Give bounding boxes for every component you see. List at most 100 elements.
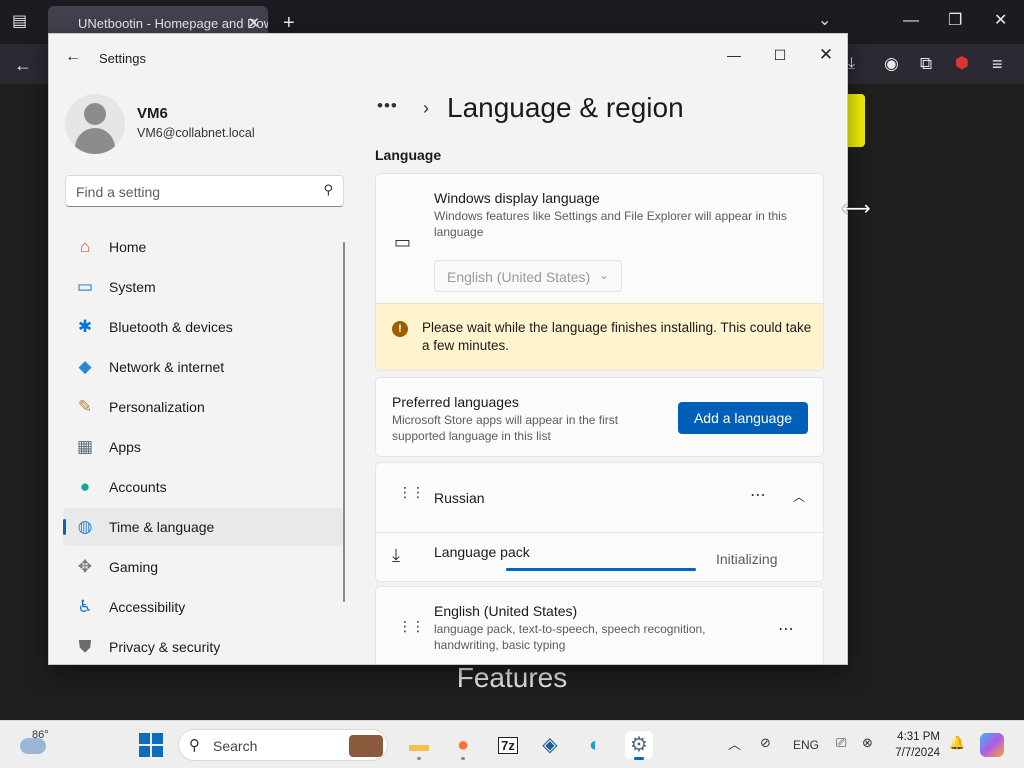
more-options-icon[interactable]: ⋯ bbox=[778, 619, 795, 639]
browser-minimize-icon[interactable]: — bbox=[903, 13, 919, 29]
maximize-button[interactable]: ☐ bbox=[757, 40, 803, 70]
brush-icon: ✎ bbox=[77, 397, 93, 416]
sidebar-item-label: Network & internet bbox=[109, 359, 225, 375]
firefox-icon[interactable]: ● bbox=[449, 731, 477, 760]
title-bar[interactable]: ← Settings — ☐ ✕ bbox=[49, 34, 847, 82]
back-arrow-icon[interactable]: ← bbox=[65, 48, 81, 66]
close-button[interactable]: ✕ bbox=[803, 40, 847, 70]
apps-icon: ▦ bbox=[76, 437, 94, 456]
sidebar-item-gaming[interactable]: ✥ Gaming bbox=[63, 548, 345, 586]
taskbar-search[interactable]: ⚲ Search bbox=[178, 729, 388, 761]
sidebar-item-personalization[interactable]: ✎ Personalization bbox=[63, 388, 345, 426]
tab-list-icon[interactable]: ▤ bbox=[12, 14, 27, 30]
preferred-languages-description: Microsoft Store apps will appear in the … bbox=[392, 413, 619, 443]
browser-close-icon[interactable]: ✕ bbox=[994, 13, 1007, 29]
extensions-icon[interactable]: ⧉ bbox=[920, 55, 932, 72]
menu-icon[interactable]: ≡ bbox=[992, 55, 1003, 73]
language-item-russian[interactable]: ⋮⋮ Russian ⋯ ︿ ⤓ Language pack Initializ… bbox=[375, 462, 824, 582]
clock-date: 7/7/2024 bbox=[895, 747, 940, 759]
settings-icon[interactable]: ⚙ bbox=[625, 731, 653, 760]
preferred-languages-title: Preferred languages bbox=[392, 394, 519, 410]
user-profile[interactable]: VM6 VM6@collabnet.local bbox=[65, 94, 355, 164]
chevron-down-icon: ⌄ bbox=[598, 268, 609, 282]
account-icon[interactable]: ◉ bbox=[884, 55, 899, 72]
taskbar: 86° ⚲ Search ▬ ● 7z ◈ ◐ ⚙ ︿ ⊘ ENG ⎚ ⊗ 4:31 PM… bbox=[0, 720, 1024, 768]
sidebar-item-time-language[interactable]: ◍ Time & language bbox=[63, 508, 345, 546]
sidebar-item-label: Gaming bbox=[109, 559, 159, 575]
start-button[interactable] bbox=[139, 733, 163, 757]
laptop-icon: ▭ bbox=[394, 232, 412, 252]
sidebar-item-apps[interactable]: ▦ Apps bbox=[63, 428, 345, 466]
sidebar-item-label: Accessibility bbox=[109, 599, 186, 615]
sidebar-item-home[interactable]: ⌂ Home bbox=[63, 228, 345, 266]
sidebar-item-accounts[interactable]: ● Accounts bbox=[63, 468, 345, 506]
globe-clock-icon: ◍ bbox=[77, 517, 93, 536]
language-item-english[interactable]: ⋮⋮ English (United States) language pack… bbox=[375, 586, 824, 664]
file-explorer-icon[interactable]: ▬ bbox=[405, 731, 433, 760]
display-icon[interactable]: ⎚ bbox=[836, 735, 846, 751]
chevron-up-icon[interactable]: ︿ bbox=[728, 734, 741, 753]
display-language-select[interactable]: English (United States) ⌄ bbox=[434, 260, 622, 292]
avatar bbox=[65, 94, 125, 154]
open-app-indicator bbox=[417, 757, 421, 760]
copilot-icon[interactable] bbox=[980, 733, 1004, 757]
language-pack-label: Language pack bbox=[434, 544, 530, 560]
virtualbox-icon[interactable]: ◈ bbox=[536, 731, 564, 759]
input-language[interactable]: ENG bbox=[793, 738, 819, 752]
resize-cursor-icon: ⟷ bbox=[842, 198, 871, 220]
sidebar-item-label: System bbox=[109, 279, 156, 295]
page-title: Language & region bbox=[447, 92, 684, 123]
new-tab-button[interactable]: + bbox=[283, 13, 295, 33]
more-options-icon[interactable]: ⋯ bbox=[750, 485, 767, 505]
open-app-indicator bbox=[461, 757, 465, 760]
display-language-value: English (United States) bbox=[447, 269, 591, 285]
sidebar-scrollbar[interactable] bbox=[343, 242, 345, 602]
sidebar-item-system[interactable]: ▭ System bbox=[63, 268, 345, 306]
language-pack-status: Initializing bbox=[716, 551, 778, 567]
display-language-title: Windows display language bbox=[434, 190, 600, 206]
chevron-right-icon: › bbox=[423, 98, 429, 118]
display-language-description: Windows features like Settings and File … bbox=[434, 209, 787, 239]
add-language-button[interactable]: Add a language bbox=[678, 402, 808, 434]
page-heading-features: Features bbox=[456, 662, 568, 693]
download-icon: ⤓ bbox=[392, 545, 400, 565]
drag-handle-icon[interactable]: ⋮⋮ bbox=[398, 619, 425, 633]
sidebar-item-bluetooth-devices[interactable]: ✱ Bluetooth & devices bbox=[63, 308, 345, 346]
warning-text: Please wait while the language finishes … bbox=[422, 320, 812, 353]
clock[interactable]: 4:31 PM 7/7/2024 bbox=[890, 729, 940, 761]
sidebar-item-label: Apps bbox=[109, 439, 141, 455]
find-setting-input[interactable]: Find a setting ⚲ bbox=[65, 175, 344, 207]
chevron-down-icon[interactable]: ⌄ bbox=[818, 13, 831, 29]
edge-icon[interactable]: ◐ bbox=[581, 731, 609, 759]
chevron-up-icon[interactable]: ︿ bbox=[793, 488, 805, 505]
back-arrow-icon[interactable]: ← bbox=[14, 56, 32, 74]
drag-handle-icon[interactable]: ⋮⋮ bbox=[398, 485, 425, 499]
language-name: English (United States) bbox=[434, 603, 578, 619]
notification-bell-icon[interactable]: 🔔 bbox=[949, 735, 965, 751]
language-pack-progress bbox=[506, 568, 696, 571]
search-highlight-image bbox=[349, 735, 383, 757]
sidebar-item-network-internet[interactable]: ◆ Network & internet bbox=[63, 348, 345, 386]
tab-close-icon[interactable]: ✕ bbox=[247, 14, 260, 32]
search-icon: ⚲ bbox=[189, 737, 200, 754]
progress-fill bbox=[506, 568, 696, 571]
sidebar-item-accessibility[interactable]: ♿ Accessibility bbox=[63, 588, 345, 626]
ublock-icon[interactable]: ⬢ bbox=[955, 56, 969, 72]
install-warning-bar: ! Please wait while the language finishe… bbox=[376, 303, 823, 370]
breadcrumb-more-button[interactable]: ••• bbox=[377, 96, 398, 116]
network-icon[interactable]: ⊘ bbox=[760, 735, 771, 751]
page-yellow-button[interactable] bbox=[846, 94, 865, 147]
7zip-icon[interactable]: 7z bbox=[494, 731, 522, 759]
section-heading-language: Language bbox=[375, 147, 442, 163]
volume-icon[interactable]: ⊗ bbox=[862, 735, 873, 751]
accessibility-icon: ♿ bbox=[77, 597, 93, 616]
browser-restore-icon[interactable]: ❐ bbox=[948, 13, 962, 29]
preferred-languages-card: Preferred languages Microsoft Store apps… bbox=[375, 377, 824, 457]
sidebar-item-label: Accounts bbox=[109, 479, 167, 495]
search-icon: ⚲ bbox=[323, 182, 333, 197]
sidebar-item-privacy-security[interactable]: ⛊ Privacy & security bbox=[63, 628, 345, 664]
browser-tab-title: UNetbootin - Homepage and Downloads bbox=[78, 16, 268, 31]
sidebar-item-label: Home bbox=[109, 239, 147, 255]
minimize-button[interactable]: — bbox=[711, 40, 757, 70]
download-icon[interactable]: ⤓ bbox=[848, 56, 855, 72]
